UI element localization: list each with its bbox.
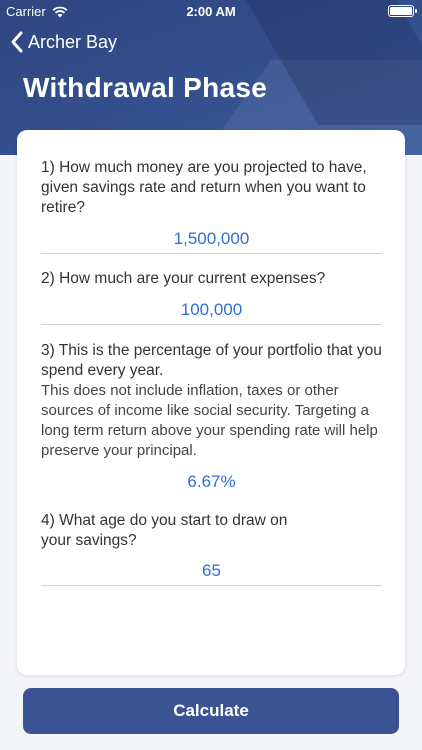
battery-icon — [388, 5, 417, 17]
calculate-button[interactable]: Calculate — [23, 688, 399, 734]
question-4-label: 4) What age do you start to draw on your… — [41, 512, 288, 549]
status-bar: Carrier 2:00 AM — [0, 0, 422, 22]
question-3-label: 3) This is the percentage of your portfo… — [41, 342, 382, 379]
back-label: Archer Bay — [28, 31, 118, 52]
status-time: 2:00 AM — [186, 4, 236, 19]
page-title: Withdrawal Phase — [23, 72, 268, 103]
chevron-left-icon — [11, 31, 23, 53]
question-card: 1) How much money are you projected to h… — [17, 130, 405, 675]
back-button[interactable]: Archer Bay — [10, 30, 117, 54]
retirement-age-field[interactable]: 65 — [41, 560, 382, 586]
question-2-label: 2) How much are your current expenses? — [41, 270, 326, 287]
question-1-label: 1) How much money are you projected to h… — [41, 159, 367, 216]
spending-rate-value: 6.67% — [187, 472, 236, 491]
current-expenses-field[interactable]: 100,000 — [41, 299, 382, 325]
projected-savings-field[interactable]: 1,500,000 — [41, 228, 382, 254]
question-3-note: This does not include inflation, taxes o… — [41, 382, 378, 459]
